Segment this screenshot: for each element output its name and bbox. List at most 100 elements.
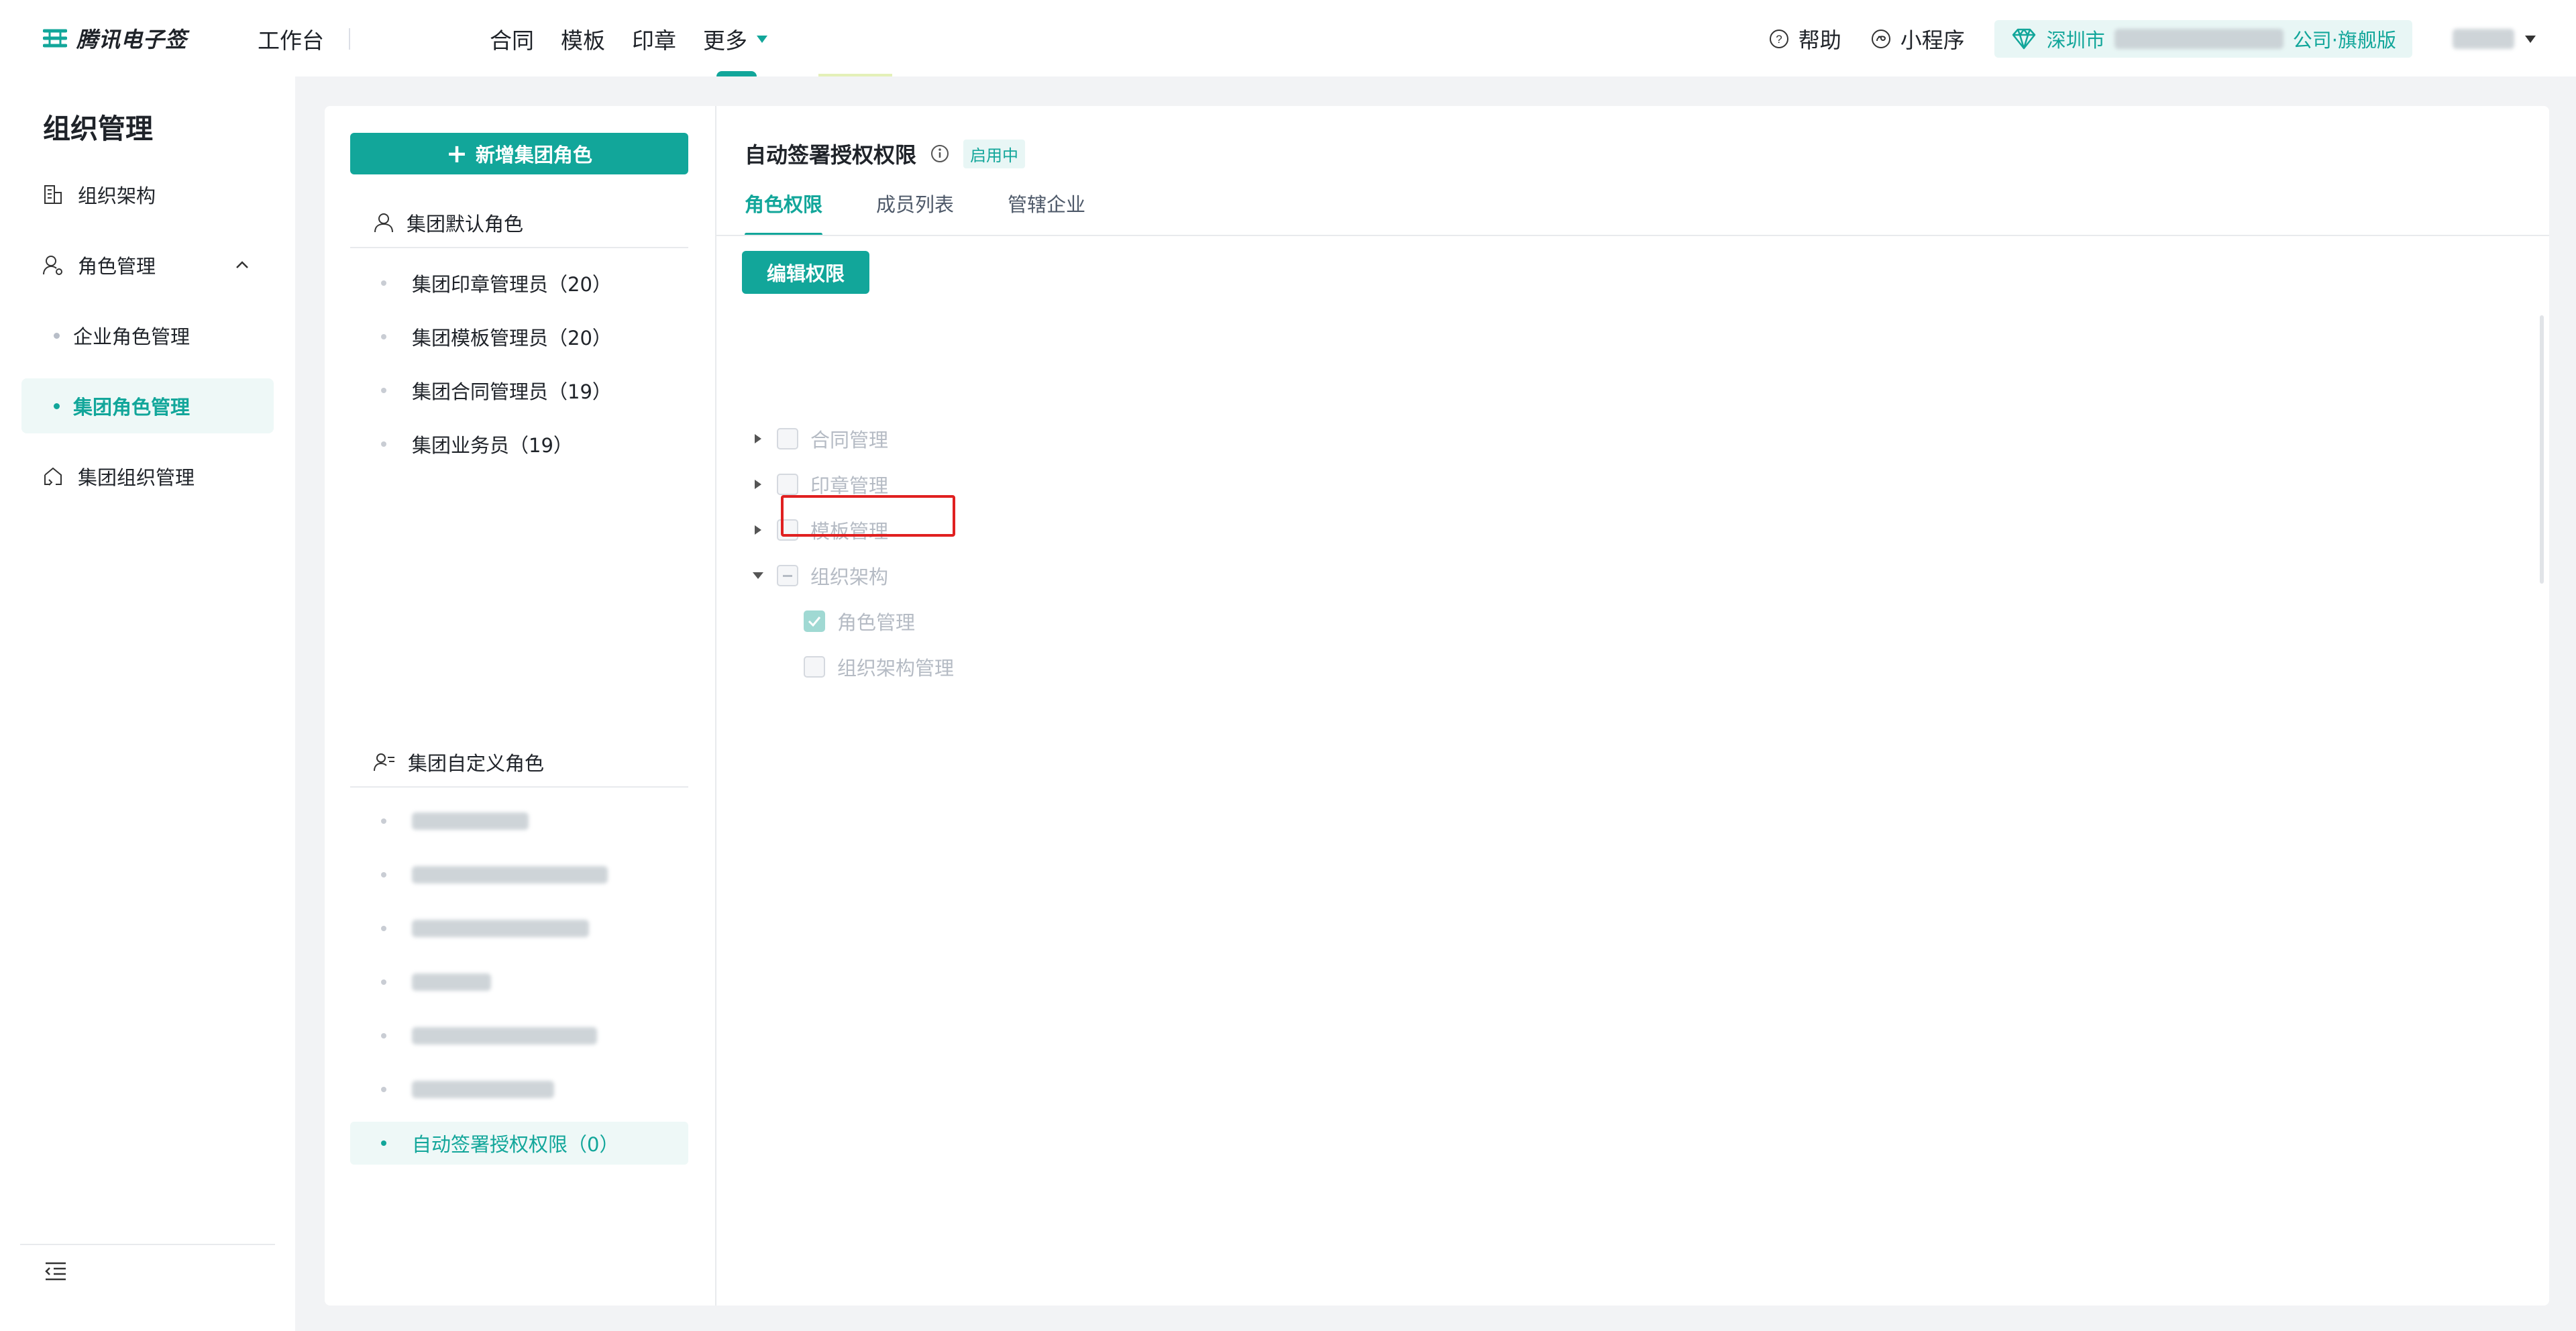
role-item-active[interactable]: 自动签署授权权限（0） bbox=[350, 1122, 688, 1165]
collapse-menu-icon[interactable] bbox=[43, 1260, 68, 1283]
nav-seal[interactable]: 印章 bbox=[632, 23, 676, 55]
info-icon[interactable] bbox=[930, 144, 950, 164]
redacted-text bbox=[412, 1027, 597, 1045]
org-name-prefix: 深圳市 bbox=[2046, 29, 2105, 52]
role-item-redacted[interactable] bbox=[350, 961, 688, 1004]
top-right-tools: ? 帮助 小程序 深圳市 公司·旗舰版 bbox=[1769, 20, 2536, 58]
role-item[interactable]: 集团印章管理员（20） bbox=[350, 262, 688, 305]
org-name-blurred bbox=[2114, 29, 2284, 49]
add-group-role-label: 新增集团角色 bbox=[475, 144, 592, 166]
role-item-redacted[interactable] bbox=[350, 907, 688, 950]
miniprogram-link[interactable]: 小程序 bbox=[1871, 23, 1965, 54]
custom-roles-label: 集团自定义角色 bbox=[408, 752, 545, 775]
help-link[interactable]: ? 帮助 bbox=[1769, 23, 1841, 54]
nav-contract[interactable]: 合同 bbox=[490, 23, 534, 55]
user-name-blurred bbox=[2453, 29, 2514, 49]
role-item-label: 集团合同管理员（19） bbox=[412, 380, 612, 403]
add-group-role-button[interactable]: + 新增集团角色 bbox=[350, 133, 688, 174]
tree-node-label: 组织架构管理 bbox=[837, 657, 955, 680]
bullet-icon bbox=[54, 403, 60, 409]
sidebar-divider bbox=[20, 1244, 275, 1245]
tree-node-role-management: 角色管理 bbox=[798, 608, 915, 635]
org-switcher[interactable]: 深圳市 公司·旗舰版 bbox=[1994, 20, 2412, 58]
expand-arrow-icon[interactable] bbox=[745, 525, 771, 535]
check-icon bbox=[808, 617, 821, 627]
sidebar-item-org-structure[interactable]: 组织架构 bbox=[21, 167, 274, 222]
sidebar-item-group-roles[interactable]: 集团角色管理 bbox=[21, 378, 274, 433]
nav-workbench[interactable]: 工作台 bbox=[258, 23, 324, 55]
default-roles-label: 集团默认角色 bbox=[407, 213, 524, 235]
role-item-redacted[interactable] bbox=[350, 800, 688, 843]
edit-permissions-button[interactable]: 编辑权限 bbox=[742, 251, 869, 294]
logo-icon bbox=[43, 29, 67, 48]
sidebar-item-enterprise-roles[interactable]: 企业角色管理 bbox=[21, 308, 274, 363]
nav-decoration bbox=[818, 74, 892, 76]
role-detail-panel: 自动签署授权权限 启用中 角色权限 成员列表 管辖企业 编辑权限 合同管理 印章… bbox=[716, 106, 2549, 1306]
user-icon bbox=[374, 213, 393, 233]
highlight-annotation bbox=[781, 495, 955, 537]
building-icon bbox=[44, 185, 62, 204]
tab-managed-enterprises[interactable]: 管辖企业 bbox=[1008, 189, 1085, 236]
sidebar: 组织管理 组织架构 角色管理 企业角色管理 集团角色管理 集团组织管理 bbox=[0, 76, 295, 1331]
detail-tabs: 角色权限 成员列表 管辖企业 bbox=[745, 189, 1085, 236]
nav-template[interactable]: 模板 bbox=[561, 23, 605, 55]
org-name-suffix: 公司·旗舰版 bbox=[2292, 29, 2396, 52]
svg-text:?: ? bbox=[1776, 33, 1782, 46]
role-detail-header: 自动签署授权权限 启用中 bbox=[745, 138, 1026, 169]
role-item[interactable]: 集团合同管理员（19） bbox=[350, 369, 688, 412]
expand-arrow-icon[interactable] bbox=[745, 434, 771, 443]
tab-member-list[interactable]: 成员列表 bbox=[876, 189, 954, 236]
user-menu[interactable] bbox=[2453, 29, 2536, 49]
logo-text: 腾讯电子签 bbox=[76, 27, 188, 52]
bullet-icon bbox=[381, 1087, 386, 1092]
checkbox[interactable] bbox=[777, 428, 798, 449]
sidebar-item-label: 角色管理 bbox=[78, 255, 156, 278]
nav-active-indicator bbox=[716, 71, 757, 76]
bullet-icon bbox=[381, 280, 386, 286]
tree-node-label: 合同管理 bbox=[810, 429, 889, 451]
bullet-icon bbox=[381, 334, 386, 339]
collapse-arrow-icon[interactable] bbox=[745, 572, 771, 579]
user-gear-icon bbox=[43, 256, 62, 275]
checkbox-indeterminate[interactable] bbox=[777, 565, 798, 586]
role-item-redacted[interactable] bbox=[350, 853, 688, 896]
role-item-label: 集团印章管理员（20） bbox=[412, 273, 612, 296]
checkbox-checked[interactable] bbox=[804, 610, 825, 632]
checkbox[interactable] bbox=[777, 474, 798, 495]
bullet-icon bbox=[381, 926, 386, 931]
role-item-redacted[interactable] bbox=[350, 1014, 688, 1057]
role-item-redacted[interactable] bbox=[350, 1068, 688, 1111]
sidebar-item-group-org[interactable]: 集团组织管理 bbox=[21, 449, 274, 504]
role-item-label: 集团模板管理员（20） bbox=[412, 327, 612, 350]
top-nav: 合同 模板 印章 更多 bbox=[490, 23, 767, 55]
logo[interactable]: 腾讯电子签 bbox=[43, 20, 187, 56]
user-caret-icon bbox=[2525, 35, 2536, 43]
tree-node-label: 印章管理 bbox=[810, 474, 889, 497]
user-list-icon bbox=[374, 753, 394, 771]
plus-icon: + bbox=[446, 139, 468, 168]
org-return-icon bbox=[44, 467, 62, 486]
tree-node-contract-management: 合同管理 bbox=[745, 425, 888, 452]
bullet-icon bbox=[381, 1140, 386, 1146]
status-badge: 启用中 bbox=[963, 139, 1026, 168]
checkbox[interactable] bbox=[804, 656, 825, 678]
nav-more[interactable]: 更多 bbox=[703, 23, 767, 55]
role-item[interactable]: 集团业务员（19） bbox=[350, 423, 688, 466]
nav-more-label: 更多 bbox=[703, 28, 747, 54]
chevron-up-icon bbox=[236, 261, 248, 268]
tab-role-permissions[interactable]: 角色权限 bbox=[745, 189, 823, 236]
sidebar-item-label: 组织架构 bbox=[78, 184, 156, 207]
role-item-label: 自动签署授权权限（0） bbox=[412, 1133, 619, 1156]
bullet-icon bbox=[381, 441, 386, 447]
role-title: 自动签署授权权限 bbox=[745, 142, 917, 168]
bullet-icon bbox=[54, 332, 60, 339]
nav-divider bbox=[349, 28, 350, 50]
sidebar-item-label: 企业角色管理 bbox=[73, 325, 191, 348]
scrollbar[interactable] bbox=[2540, 315, 2544, 584]
miniprogram-icon bbox=[1871, 30, 1890, 48]
expand-arrow-icon[interactable] bbox=[745, 480, 771, 489]
sidebar-item-role-management[interactable]: 角色管理 bbox=[21, 237, 274, 292]
bullet-icon bbox=[381, 818, 386, 824]
role-item[interactable]: 集团模板管理员（20） bbox=[350, 315, 688, 358]
sidebar-item-label: 集团角色管理 bbox=[73, 396, 191, 419]
